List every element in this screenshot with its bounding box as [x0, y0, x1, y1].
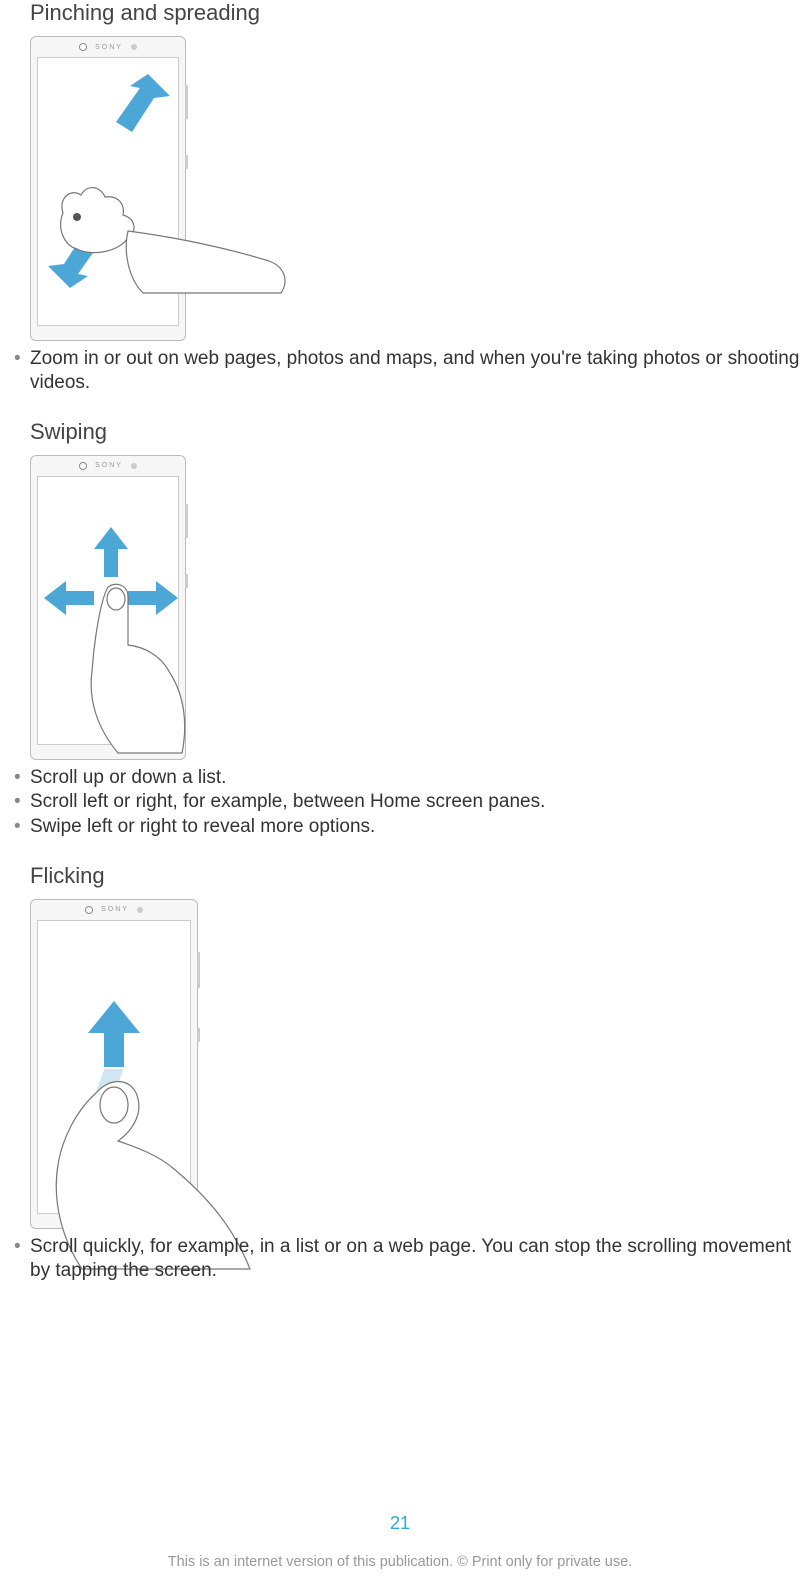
phone-screen — [37, 57, 179, 326]
camera-icon — [85, 906, 93, 914]
phone-top: SONY — [31, 900, 197, 920]
phone-button-icon — [185, 504, 188, 538]
page-footer: 21 This is an internet version of this p… — [0, 1513, 800, 1570]
heading-swiping: Swiping — [30, 419, 800, 445]
document-content: Pinching and spreading SONY — [0, 0, 800, 1282]
heading-flicking: Flicking — [30, 863, 800, 889]
phone-top: SONY — [31, 456, 185, 476]
phone-illustration-swiping: SONY — [30, 455, 186, 760]
brand-label: SONY — [95, 44, 123, 51]
phone-illustration-pinching: SONY — [30, 36, 186, 341]
figure-flicking: SONY — [30, 899, 800, 1229]
figure-pinching: SONY — [30, 36, 800, 341]
led-icon — [137, 907, 143, 913]
brand-label: SONY — [101, 906, 129, 913]
finger-illustration — [86, 583, 216, 778]
phone-button-icon — [185, 85, 188, 119]
camera-icon — [79, 43, 87, 51]
arrow-up-icon — [88, 1001, 140, 1067]
bullet-list-flicking: Scroll quickly, for example, in a list o… — [14, 1235, 800, 1283]
arrow-up-right-icon — [110, 74, 170, 144]
brand-label: SONY — [95, 462, 123, 469]
phone-button-icon — [197, 952, 200, 988]
bullet-list-swiping: Scroll up or down a list. Scroll left or… — [14, 766, 800, 839]
phone-button-icon — [197, 1028, 200, 1042]
phone-screen — [37, 920, 191, 1214]
camera-icon — [79, 462, 87, 470]
led-icon — [131, 463, 137, 469]
phone-button-icon — [185, 574, 188, 588]
bullet-item: Scroll left or right, for example, betwe… — [14, 790, 800, 814]
heading-pinching: Pinching and spreading — [30, 0, 800, 26]
pinch-hand-illustration — [33, 153, 293, 308]
led-icon — [131, 44, 137, 50]
phone-top: SONY — [31, 37, 185, 57]
copyright-text: This is an internet version of this publ… — [0, 1554, 800, 1570]
bullet-item: Zoom in or out on web pages, photos and … — [14, 347, 800, 395]
bullet-item: Swipe left or right to reveal more optio… — [14, 815, 800, 839]
bullet-list-pinching: Zoom in or out on web pages, photos and … — [14, 347, 800, 395]
bullet-item: Scroll up or down a list. — [14, 766, 800, 790]
phone-illustration-flicking: SONY — [30, 899, 198, 1229]
bullet-item: Scroll quickly, for example, in a list o… — [14, 1235, 800, 1283]
figure-swiping: SONY — [30, 455, 800, 760]
page-number: 21 — [0, 1513, 800, 1534]
phone-screen — [37, 476, 179, 745]
phone-button-icon — [185, 155, 188, 169]
arrow-up-icon — [94, 527, 128, 577]
